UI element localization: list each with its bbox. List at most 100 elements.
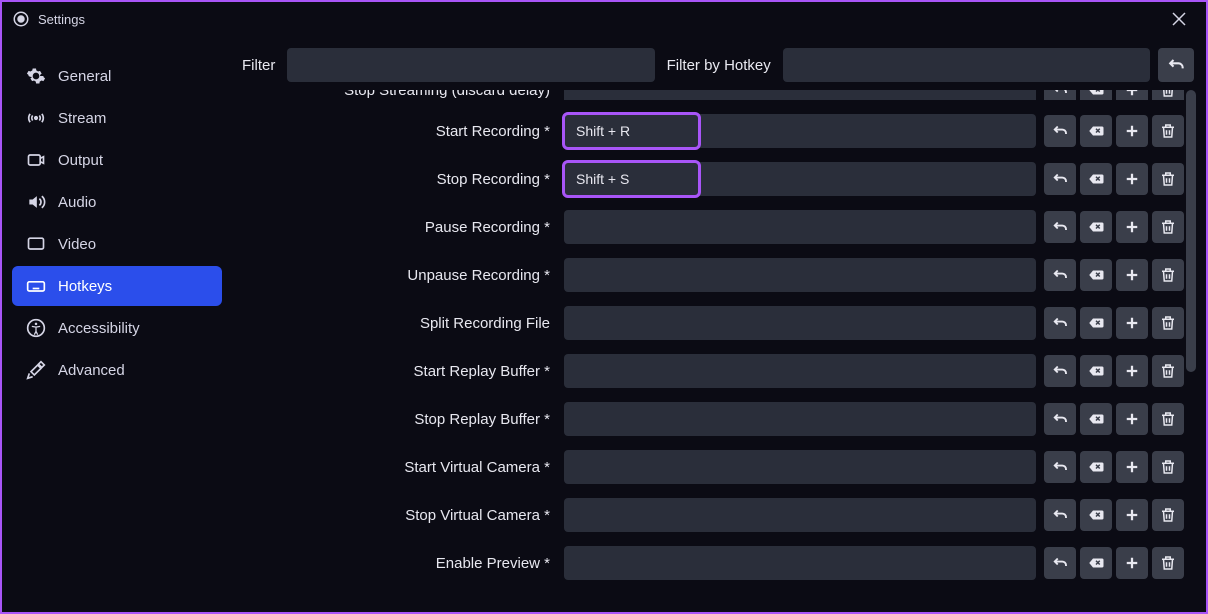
remove-hotkey-button[interactable] — [1152, 115, 1184, 147]
remove-hotkey-button[interactable] — [1152, 355, 1184, 387]
hotkey-list: Stop Streaming (discard delay)Start Reco… — [230, 90, 1198, 588]
trash-icon — [1159, 362, 1177, 380]
undo-icon — [1051, 410, 1069, 428]
reset-filters-button[interactable] — [1158, 48, 1194, 82]
undo-hotkey-button[interactable] — [1044, 451, 1076, 483]
add-hotkey-button[interactable] — [1116, 547, 1148, 579]
sidebar-item-label: Hotkeys — [58, 278, 112, 295]
remove-hotkey-button[interactable] — [1152, 451, 1184, 483]
remove-hotkey-button[interactable] — [1152, 307, 1184, 339]
app-icon — [12, 10, 30, 28]
scrollbar[interactable] — [1186, 90, 1196, 372]
hotkey-input[interactable] — [564, 498, 1036, 532]
sidebar-item-general[interactable]: General — [12, 56, 222, 96]
undo-hotkey-button[interactable] — [1044, 211, 1076, 243]
trash-icon — [1159, 122, 1177, 140]
hotkey-input[interactable] — [564, 90, 1036, 100]
sidebar-item-accessibility[interactable]: Accessibility — [12, 308, 222, 348]
undo-hotkey-button[interactable] — [1044, 259, 1076, 291]
plus-icon — [1123, 362, 1141, 380]
clear-hotkey-button[interactable] — [1080, 547, 1112, 579]
filter-input[interactable] — [287, 48, 654, 82]
settings-container: General Stream Output Audio Video — [2, 36, 1206, 610]
hotkey-label: Stop Recording * — [230, 171, 556, 188]
filter-label: Filter — [234, 57, 283, 74]
plus-icon — [1123, 266, 1141, 284]
sidebar-item-video[interactable]: Video — [12, 224, 222, 264]
undo-icon — [1051, 362, 1069, 380]
backspace-icon — [1087, 266, 1105, 284]
output-icon — [26, 150, 46, 170]
hotkey-input[interactable] — [564, 162, 699, 196]
row-actions — [1044, 163, 1184, 195]
clear-hotkey-button[interactable] — [1080, 163, 1112, 195]
hotkey-input[interactable] — [564, 306, 1036, 340]
row-actions — [1044, 499, 1184, 531]
undo-hotkey-button[interactable] — [1044, 547, 1076, 579]
add-hotkey-button[interactable] — [1116, 355, 1148, 387]
clear-hotkey-button[interactable] — [1080, 259, 1112, 291]
hotkey-label: Start Replay Buffer * — [230, 363, 556, 380]
hotkey-input[interactable] — [564, 450, 1036, 484]
add-hotkey-button[interactable] — [1116, 307, 1148, 339]
clear-hotkey-button[interactable] — [1080, 90, 1112, 100]
add-hotkey-button[interactable] — [1116, 211, 1148, 243]
undo-icon — [1051, 266, 1069, 284]
add-hotkey-button[interactable] — [1116, 451, 1148, 483]
remove-hotkey-button[interactable] — [1152, 90, 1184, 100]
undo-hotkey-button[interactable] — [1044, 163, 1076, 195]
add-hotkey-button[interactable] — [1116, 115, 1148, 147]
clear-hotkey-button[interactable] — [1080, 115, 1112, 147]
undo-hotkey-button[interactable] — [1044, 403, 1076, 435]
undo-hotkey-button[interactable] — [1044, 90, 1076, 100]
clear-hotkey-button[interactable] — [1080, 211, 1112, 243]
add-hotkey-button[interactable] — [1116, 403, 1148, 435]
hotkey-input[interactable] — [564, 546, 1036, 580]
backspace-icon — [1087, 458, 1105, 476]
backspace-icon — [1087, 90, 1105, 99]
sidebar-item-advanced[interactable]: Advanced — [12, 350, 222, 390]
add-hotkey-button[interactable] — [1116, 499, 1148, 531]
undo-hotkey-button[interactable] — [1044, 307, 1076, 339]
remove-hotkey-button[interactable] — [1152, 163, 1184, 195]
add-hotkey-button[interactable] — [1116, 259, 1148, 291]
hotkey-input[interactable] — [564, 402, 1036, 436]
undo-hotkey-button[interactable] — [1044, 499, 1076, 531]
hotkey-input[interactable] — [564, 258, 1036, 292]
sidebar-item-output[interactable]: Output — [12, 140, 222, 180]
trash-icon — [1159, 458, 1177, 476]
add-hotkey-button[interactable] — [1116, 90, 1148, 100]
sidebar-item-stream[interactable]: Stream — [12, 98, 222, 138]
undo-hotkey-button[interactable] — [1044, 355, 1076, 387]
clear-hotkey-button[interactable] — [1080, 403, 1112, 435]
hotkey-input[interactable] — [564, 114, 699, 148]
hotkey-label: Start Recording * — [230, 123, 556, 140]
sidebar-item-audio[interactable]: Audio — [12, 182, 222, 222]
remove-hotkey-button[interactable] — [1152, 547, 1184, 579]
sidebar-item-hotkeys[interactable]: Hotkeys — [12, 266, 222, 306]
row-actions — [1044, 403, 1184, 435]
add-hotkey-button[interactable] — [1116, 163, 1148, 195]
plus-icon — [1123, 554, 1141, 572]
hotkey-row: Pause Recording * — [230, 210, 1184, 244]
clear-hotkey-button[interactable] — [1080, 451, 1112, 483]
row-actions — [1044, 451, 1184, 483]
undo-hotkey-button[interactable] — [1044, 115, 1076, 147]
close-button[interactable] — [1162, 8, 1196, 30]
clear-hotkey-button[interactable] — [1080, 355, 1112, 387]
clear-hotkey-button[interactable] — [1080, 307, 1112, 339]
remove-hotkey-button[interactable] — [1152, 499, 1184, 531]
row-actions — [1044, 115, 1184, 147]
remove-hotkey-button[interactable] — [1152, 403, 1184, 435]
row-actions — [1044, 90, 1184, 100]
plus-icon — [1123, 314, 1141, 332]
filter-hotkey-input[interactable] — [783, 48, 1150, 82]
remove-hotkey-button[interactable] — [1152, 259, 1184, 291]
remove-hotkey-button[interactable] — [1152, 211, 1184, 243]
plus-icon — [1123, 218, 1141, 236]
clear-hotkey-button[interactable] — [1080, 499, 1112, 531]
sidebar: General Stream Output Audio Video — [12, 48, 222, 602]
trash-icon — [1159, 266, 1177, 284]
hotkey-input[interactable] — [564, 354, 1036, 388]
hotkey-input[interactable] — [564, 210, 1036, 244]
